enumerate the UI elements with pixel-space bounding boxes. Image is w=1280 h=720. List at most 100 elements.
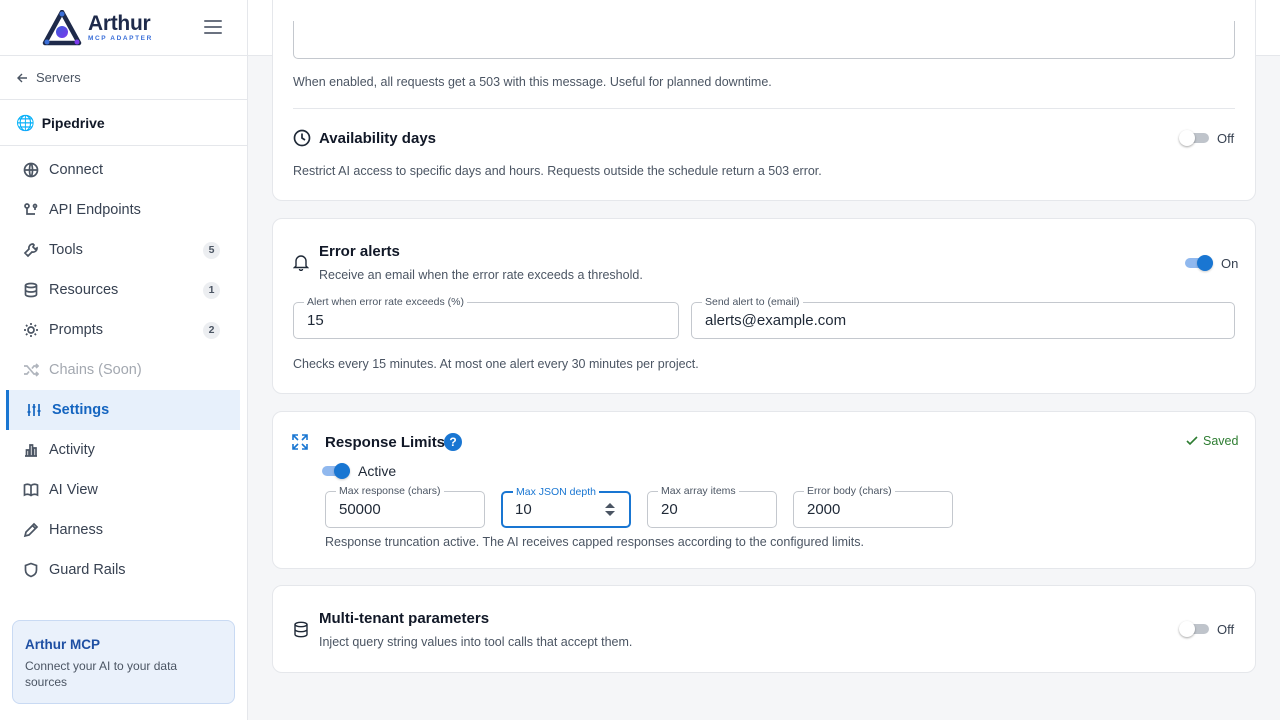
error-alerts-toggle[interactable] [1183,255,1213,271]
brand-name: Arthur [88,11,151,35]
error-threshold-label: Alert when error rate exceeds (%) [304,296,467,308]
maintenance-availability-card: When enabled, all requests get a 503 wit… [272,0,1256,201]
sidebar-item-label: Harness [49,522,103,538]
error-threshold-input[interactable] [307,312,651,329]
max-array-items-input[interactable] [661,501,749,518]
multi-tenant-toggle[interactable] [1179,621,1209,637]
error-alerts-card: Error alerts Receive an email when the e… [272,218,1256,394]
globe-icon [22,161,40,179]
multi-tenant-title: Multi-tenant parameters [319,610,490,627]
error-body-field[interactable]: Error body (chars) [793,485,953,528]
sidebar-item-connect[interactable]: Connect [0,150,240,190]
max-json-depth-label: Max JSON depth [513,486,599,498]
error-alerts-note: Checks every 15 minutes. At most one ale… [293,357,699,371]
arrow-left-icon [17,73,27,82]
multi-tenant-state: Off [1217,621,1235,637]
error-alerts-subtitle: Receive an email when the error rate exc… [319,268,643,282]
max-response-field[interactable]: Max response (chars) [325,485,485,528]
max-array-items-field[interactable]: Max array items [647,485,777,528]
sidebar-item-label: Guard Rails [49,562,126,578]
endpoints-icon [22,201,40,219]
error-alerts-state: On [1221,255,1239,271]
back-to-servers-link[interactable]: Servers [0,56,247,100]
sidebar-item-label: Tools [49,242,83,258]
brand-subtitle: MCP ADAPTER [88,34,153,42]
sidebar-item-tools[interactable]: Tools 5 [0,230,240,270]
sidebar-item-prompts[interactable]: Prompts 2 [0,310,240,350]
lightbulb-icon [22,321,40,339]
max-json-depth-input[interactable] [515,501,601,518]
maintenance-message-field[interactable] [293,21,1235,59]
maintenance-hint: When enabled, all requests get a 503 wit… [293,75,772,89]
availability-description: Restrict AI access to specific days and … [293,164,822,178]
max-response-input[interactable] [339,501,457,518]
saved-status: Saved [1186,434,1238,448]
error-body-input[interactable] [807,501,925,518]
alert-email-input[interactable] [705,312,1207,329]
number-stepper-icon[interactable] [605,503,615,516]
availability-toggle[interactable] [1179,130,1209,146]
response-limits-note: Response truncation active. The AI recei… [325,535,864,549]
promo-card: Arthur MCP Connect your AI to your data … [12,620,235,704]
response-limits-title: Response Limits [325,434,446,451]
error-body-label: Error body (chars) [804,485,895,497]
sidebar-item-label: Connect [49,162,104,178]
database-icon [294,621,308,638]
arthur-logo-icon [42,9,82,45]
resources-count-badge: 1 [203,281,220,299]
shield-icon [22,561,40,579]
clock-icon [293,129,311,147]
bell-icon [293,255,309,271]
max-json-depth-field[interactable]: Max JSON depth [501,486,631,528]
help-icon[interactable]: ? [444,433,462,451]
project-header: 🌐 Pipedrive [0,100,247,146]
menu-toggle-icon[interactable] [204,20,222,36]
sidebar-item-guard-rails[interactable]: Guard Rails [0,550,240,590]
expand-icon [292,434,308,450]
sidebar-item-label: AI View [49,482,98,498]
sidebar-item-harness[interactable]: Harness [0,510,240,550]
error-threshold-field[interactable]: Alert when error rate exceeds (%) [293,296,679,339]
sidebar-item-chains: Chains (Soon) [0,350,240,390]
sliders-icon [25,401,43,419]
multi-tenant-subtitle: Inject query string values into tool cal… [319,635,633,649]
bar-chart-icon [22,441,40,459]
availability-title: Availability days [319,130,436,147]
limits-active-label: Active [358,463,397,479]
promo-text: Connect your AI to your data sources [25,659,178,689]
sidebar: Arthur MCP ADAPTER Servers 🌐 Pipedrive C… [0,0,248,720]
check-icon [1186,436,1198,446]
error-alerts-title: Error alerts [319,243,400,260]
sidebar-item-settings[interactable]: Settings [6,390,240,430]
sidebar-nav: Connect API Endpoints Tools 5 Resources … [0,146,247,590]
sidebar-item-ai-view[interactable]: AI View [0,470,240,510]
multi-tenant-card: Multi-tenant parameters Inject query str… [272,585,1256,673]
sidebar-item-label: Prompts [49,322,103,338]
sidebar-item-label: Resources [49,282,119,298]
availability-state: Off [1217,130,1235,146]
max-array-items-label: Max array items [658,485,739,497]
divider [293,108,1235,109]
limits-active-toggle-group: Active [320,463,396,479]
sidebar-item-label: Chains (Soon) [49,362,142,378]
sidebar-item-label: Settings [52,402,110,418]
sidebar-item-api-endpoints[interactable]: API Endpoints [0,190,240,230]
sidebar-item-label: Activity [49,442,95,458]
sidebar-item-resources[interactable]: Resources 1 [0,270,240,310]
promo-title: Arthur MCP [25,637,100,652]
saved-label: Saved [1203,434,1239,448]
project-globe-icon: 🌐 [16,114,35,132]
book-icon [22,481,40,499]
availability-toggle-group: Off [1179,130,1234,146]
limits-active-toggle[interactable] [320,463,350,479]
response-limits-card: Response Limits ? Saved Active Max respo… [272,411,1256,569]
pen-icon [22,521,40,539]
project-name: Pipedrive [41,114,105,131]
multi-tenant-toggle-group: Off [1179,621,1234,637]
error-alerts-toggle-group: On [1183,255,1238,271]
wrench-icon [22,241,40,259]
alert-email-field[interactable]: Send alert to (email) [691,296,1235,339]
sidebar-item-activity[interactable]: Activity [0,430,240,470]
brand: Arthur MCP ADAPTER [0,0,247,56]
database-icon [22,281,40,299]
